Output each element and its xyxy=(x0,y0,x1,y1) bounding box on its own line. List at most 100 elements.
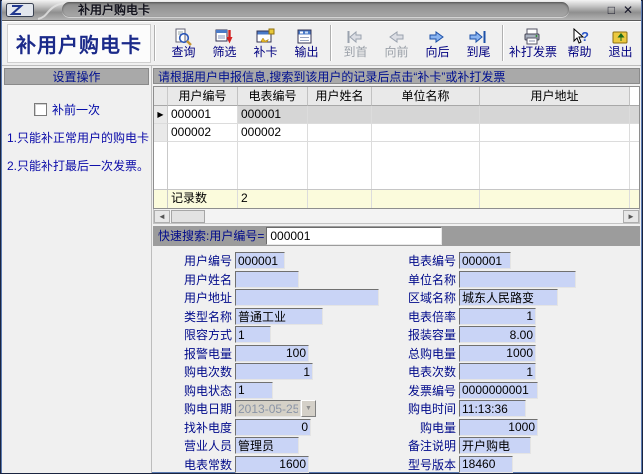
meter-id-label: 电表编号 xyxy=(394,252,459,269)
operator-field[interactable] xyxy=(235,437,299,454)
meter-ratio-field[interactable] xyxy=(459,308,536,325)
query-button-label: 查询 xyxy=(171,46,195,59)
filter-icon xyxy=(214,27,234,46)
unit-name-field[interactable] xyxy=(459,271,576,288)
form-left-column: 用户编号 用户姓名 用户地址 类型名称 限容方式 报警电量 购电次数 购电状态 … xyxy=(152,252,394,474)
installed-capacity-field[interactable] xyxy=(459,326,536,343)
balance-energy-label: 找补电度 xyxy=(152,419,235,436)
reprint-invoice-button[interactable]: 补打发票 xyxy=(507,22,559,64)
exit-button-label: 退出 xyxy=(608,46,632,59)
limit-mode-field[interactable] xyxy=(235,326,271,343)
grid-row-2[interactable]: 000002 000002 xyxy=(154,124,639,142)
query-button[interactable]: 查询 xyxy=(163,22,204,64)
sidebar: 设置操作 补前一次 1.只能补正常用户的购电卡 2.只能补打最后一次发票。 xyxy=(2,66,152,474)
cell-user-id: 000002 xyxy=(168,124,238,142)
maximize-button[interactable]: □ xyxy=(608,1,615,19)
scrollbar-thumb[interactable] xyxy=(171,210,205,223)
grid-row-1[interactable]: ▶ 000001 000001 xyxy=(154,106,639,124)
current-row-marker: ▶ xyxy=(154,106,168,124)
titlebar[interactable]: 补用户购电卡 □ ✕ xyxy=(2,0,641,21)
grid-horizontal-scrollbar[interactable]: ◄ ► xyxy=(153,209,640,224)
area-name-label: 区域名称 xyxy=(394,289,459,306)
svg-text:?: ? xyxy=(581,29,589,44)
type-name-field[interactable] xyxy=(235,308,323,325)
installed-capacity-label: 报装容量 xyxy=(394,326,459,343)
cell-unit-name xyxy=(372,106,480,124)
scroll-right-button[interactable]: ► xyxy=(623,210,639,223)
cell-user-address xyxy=(480,124,630,142)
window-title: 补用户购电卡 xyxy=(62,1,150,18)
filter-button-label: 筛选 xyxy=(212,46,236,59)
user-name-label: 用户姓名 xyxy=(152,271,235,288)
output-icon xyxy=(296,27,316,46)
user-address-label: 用户地址 xyxy=(152,289,235,306)
purchase-date-label: 购电日期 xyxy=(152,400,235,417)
content: 请根据用户申报信息,搜索到该用户的记录后点击“补卡”或补打发票 用户编号 电表编… xyxy=(152,66,641,474)
chevron-down-icon: ▼ xyxy=(305,405,312,412)
help-button[interactable]: ? 帮助 xyxy=(559,22,600,64)
meter-id-field[interactable] xyxy=(459,252,511,269)
meter-count-field[interactable] xyxy=(459,363,536,380)
col-user-name: 用户姓名 xyxy=(308,87,372,106)
remark-label: 备注说明 xyxy=(394,437,459,454)
col-user-id: 用户编号 xyxy=(168,87,238,106)
user-grid: 用户编号 电表编号 用户姓名 单位名称 用户地址 ▶ 000001 000001 xyxy=(153,86,640,210)
go-first-button: 到首 xyxy=(335,22,376,64)
query-icon xyxy=(173,27,193,46)
meter-constant-field[interactable] xyxy=(235,456,309,473)
quick-search-input[interactable] xyxy=(266,227,442,245)
scroll-left-button[interactable]: ◄ xyxy=(154,210,170,223)
type-name-label: 类型名称 xyxy=(152,308,235,325)
cell-user-id: 000001 xyxy=(168,106,238,124)
user-id-field[interactable] xyxy=(235,252,285,269)
page-title: 补用户购电卡 xyxy=(7,24,151,63)
purchase-count-field[interactable] xyxy=(235,363,313,380)
record-count-label: 记录数 xyxy=(168,190,238,208)
go-previous-icon xyxy=(386,27,406,46)
go-next-button[interactable]: 向后 xyxy=(417,22,458,64)
record-form: 用户编号 用户姓名 用户地址 类型名称 限容方式 报警电量 购电次数 购电状态 … xyxy=(152,246,641,474)
reissue-previous-checkbox-label: 补前一次 xyxy=(52,101,100,118)
total-energy-field[interactable] xyxy=(459,345,536,362)
go-previous-button: 向前 xyxy=(376,22,417,64)
purchase-status-field[interactable] xyxy=(235,382,273,399)
replace-card-button[interactable]: 补卡 xyxy=(245,22,286,64)
toolbar-separator xyxy=(330,25,332,61)
go-next-icon xyxy=(427,27,447,46)
exit-button[interactable]: 退出 xyxy=(600,22,641,64)
invoice-no-label: 发票编号 xyxy=(394,382,459,399)
unit-name-label: 单位名称 xyxy=(394,271,459,288)
cell-unit-name xyxy=(372,124,480,142)
model-version-field[interactable] xyxy=(459,456,513,473)
checkbox-row: 补前一次 xyxy=(34,101,151,118)
limit-mode-label: 限容方式 xyxy=(152,326,235,343)
area-name-field[interactable] xyxy=(459,289,558,306)
app-icon[interactable] xyxy=(6,3,34,22)
purchase-date-field xyxy=(235,400,301,417)
reissue-previous-checkbox[interactable] xyxy=(34,103,47,116)
purchase-energy-field[interactable] xyxy=(459,419,538,436)
close-button[interactable]: ✕ xyxy=(623,1,633,19)
reprint-invoice-button-label: 补打发票 xyxy=(509,46,557,59)
purchase-time-field[interactable] xyxy=(459,400,526,417)
output-button[interactable]: 输出 xyxy=(286,22,327,64)
sidebar-header: 设置操作 xyxy=(4,68,149,85)
help-button-label: 帮助 xyxy=(567,46,591,59)
alarm-energy-field[interactable] xyxy=(235,345,309,362)
user-address-field[interactable] xyxy=(235,289,379,306)
grid-footer: 记录数 2 xyxy=(154,189,639,208)
toolbar-separator xyxy=(154,25,156,61)
go-last-button-label: 到尾 xyxy=(466,46,490,59)
toolbar: 查询 筛选 补卡 输出 到首 向前 xyxy=(163,21,641,65)
grid-header: 用户编号 电表编号 用户姓名 单位名称 用户地址 xyxy=(154,87,639,106)
col-user-address: 用户地址 xyxy=(480,87,630,106)
go-last-button[interactable]: 到尾 xyxy=(458,22,499,64)
user-name-field[interactable] xyxy=(235,271,299,288)
balance-energy-field[interactable] xyxy=(235,419,311,436)
main-area: 设置操作 补前一次 1.只能补正常用户的购电卡 2.只能补打最后一次发票。 请根… xyxy=(2,66,641,474)
record-count-value: 2 xyxy=(238,190,308,208)
filter-button[interactable]: 筛选 xyxy=(204,22,245,64)
invoice-no-field[interactable] xyxy=(459,382,538,399)
row-sliver xyxy=(630,124,639,142)
remark-field[interactable] xyxy=(459,437,531,454)
